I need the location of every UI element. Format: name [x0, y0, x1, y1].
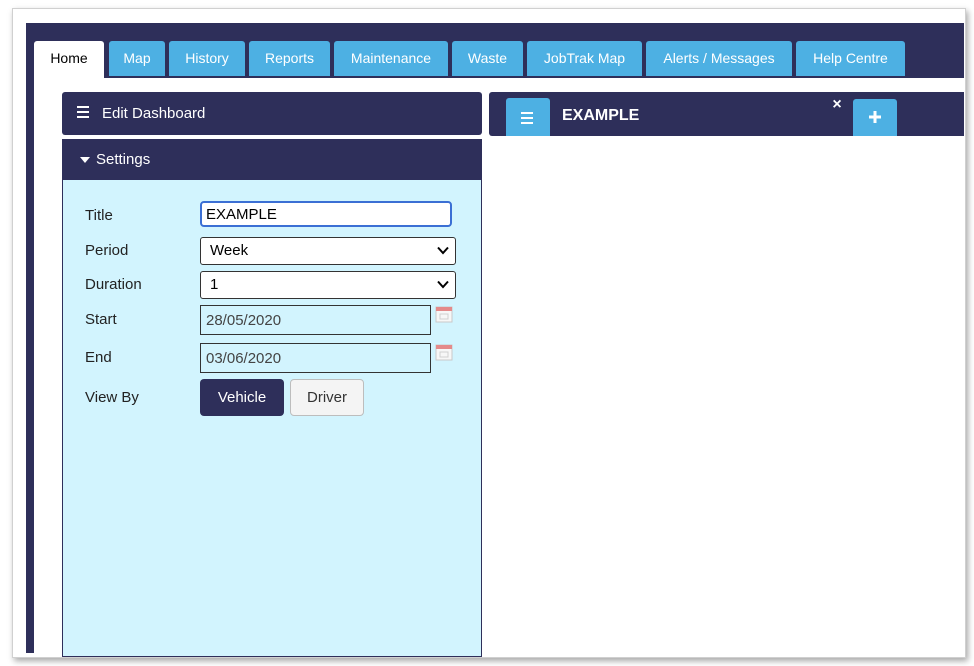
app-content: Home Map History Reports Maintenance Was… — [26, 23, 964, 657]
tab-map[interactable]: Map — [109, 41, 165, 76]
duration-select[interactable]: 1 — [200, 271, 456, 299]
duration-value: 1 — [210, 276, 219, 293]
close-icon[interactable]: × — [830, 97, 844, 113]
settings-header-label: Settings — [96, 151, 151, 168]
tab-history[interactable]: History — [169, 41, 245, 76]
settings-header[interactable]: Settings — [63, 140, 481, 180]
caret-down-icon — [80, 157, 90, 163]
tab-alerts-messages[interactable]: Alerts / Messages — [646, 41, 792, 76]
chevron-down-icon — [437, 246, 449, 255]
dashboard-menu-button[interactable] — [506, 98, 550, 136]
chevron-down-icon — [437, 280, 449, 289]
title-input[interactable] — [200, 201, 452, 227]
dashboard-header: EXAMPLE × — [489, 92, 964, 136]
tab-jobtrak-map[interactable]: JobTrak Map — [527, 41, 642, 76]
start-date-value: 28/05/2020 — [206, 312, 282, 329]
view-by-label: View By — [85, 389, 139, 406]
tab-reports[interactable]: Reports — [249, 41, 330, 76]
tab-maintenance[interactable]: Maintenance — [334, 41, 448, 76]
edit-dashboard-bar[interactable]: Edit Dashboard — [62, 92, 482, 135]
app-window: Home Map History Reports Maintenance Was… — [12, 8, 966, 658]
title-label: Title — [85, 207, 113, 224]
calendar-icon[interactable] — [435, 305, 453, 323]
start-date-field[interactable]: 28/05/2020 — [200, 305, 431, 335]
settings-panel: Settings Title Period Week Duration 1 St… — [62, 139, 482, 657]
add-widget-button[interactable] — [853, 99, 897, 136]
start-label: Start — [85, 311, 117, 328]
end-date-value: 03/06/2020 — [206, 350, 282, 367]
view-by-driver-button[interactable]: Driver — [290, 379, 364, 416]
duration-label: Duration — [85, 276, 142, 293]
end-date-field[interactable]: 03/06/2020 — [200, 343, 431, 373]
period-select[interactable]: Week — [200, 237, 456, 265]
left-strip — [26, 78, 34, 653]
calendar-icon[interactable] — [435, 343, 453, 361]
hamburger-icon — [521, 112, 533, 127]
tab-waste[interactable]: Waste — [452, 41, 523, 76]
period-value: Week — [210, 242, 249, 259]
tab-home[interactable]: Home — [34, 41, 104, 78]
menu-icon — [77, 106, 89, 118]
end-label: End — [85, 349, 112, 366]
view-by-vehicle-button[interactable]: Vehicle — [200, 379, 284, 416]
dashboard-title: EXAMPLE — [562, 107, 640, 124]
plus-icon — [869, 111, 881, 123]
edit-dashboard-label: Edit Dashboard — [102, 105, 206, 122]
tab-help-centre[interactable]: Help Centre — [796, 41, 905, 76]
period-label: Period — [85, 242, 129, 259]
